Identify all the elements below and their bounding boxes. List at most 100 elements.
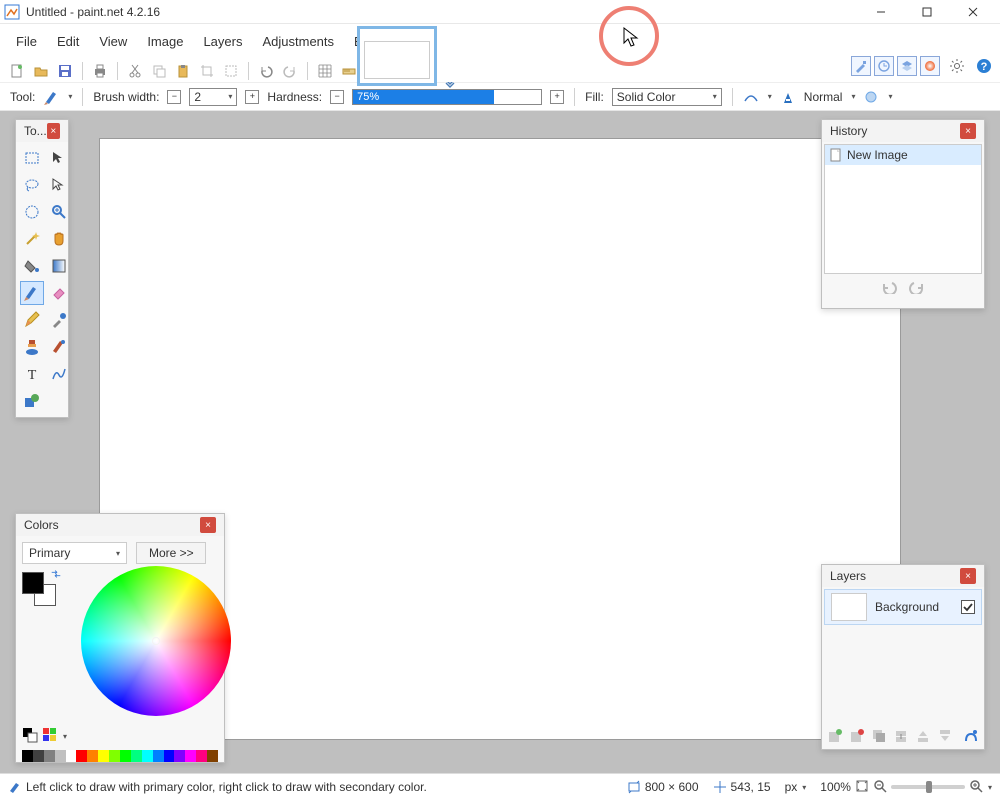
magic-wand-tool[interactable] — [20, 227, 44, 251]
menu-image[interactable]: Image — [137, 28, 193, 55]
zoom-fit-icon[interactable] — [855, 779, 869, 796]
hardness-slider[interactable]: 75% — [352, 89, 542, 105]
merge-layer-icon[interactable] — [892, 727, 910, 745]
palette-swatch[interactable] — [174, 750, 185, 762]
paint-bucket-tool[interactable] — [20, 254, 44, 278]
settings-icon[interactable] — [947, 56, 967, 76]
active-tool-icon[interactable] — [43, 89, 59, 105]
swap-colors-icon[interactable] — [50, 568, 62, 580]
fill-select[interactable]: Solid Color▾ — [612, 88, 722, 106]
rectangle-select-tool[interactable] — [20, 146, 44, 170]
redo-icon[interactable] — [281, 62, 299, 80]
paintbrush-tool[interactable] — [20, 281, 44, 305]
palette-swatch[interactable] — [142, 750, 153, 762]
palette-swatch[interactable] — [87, 750, 98, 762]
blend-mode-icon[interactable] — [780, 89, 796, 105]
pan-tool[interactable] — [47, 227, 71, 251]
zoom-tool[interactable] — [47, 200, 71, 224]
layers-window-toggle[interactable] — [897, 56, 917, 76]
brush-width-select[interactable]: 2▾ — [189, 88, 237, 106]
help-icon[interactable]: ? — [974, 56, 994, 76]
color-palette[interactable] — [22, 750, 218, 762]
deselect-icon[interactable] — [222, 62, 240, 80]
blend-mode-dropdown-icon[interactable]: ▾ — [851, 92, 855, 101]
text-tool[interactable]: T — [20, 362, 44, 386]
maximize-button[interactable] — [904, 0, 950, 24]
brush-width-increase-button[interactable]: + — [245, 90, 259, 104]
menu-layers[interactable]: Layers — [193, 28, 252, 55]
menu-file[interactable]: File — [6, 28, 47, 55]
primary-color-swatch[interactable] — [22, 572, 44, 594]
tool-dropdown-icon[interactable]: ▾ — [68, 92, 72, 101]
save-icon[interactable] — [56, 62, 74, 80]
palette-swatch[interactable] — [55, 750, 66, 762]
lasso-select-tool[interactable] — [20, 173, 44, 197]
history-redo-icon[interactable] — [908, 280, 926, 297]
palette-swatch[interactable] — [66, 750, 77, 762]
history-window-toggle[interactable] — [874, 56, 894, 76]
recolor-tool[interactable] — [47, 335, 71, 359]
overwrite-dropdown-icon[interactable]: ▾ — [888, 92, 892, 101]
antialias-icon[interactable] — [743, 89, 759, 105]
palette-dropdown-icon[interactable]: ▾ — [63, 732, 67, 741]
paste-icon[interactable] — [174, 62, 192, 80]
history-panel-close-icon[interactable]: × — [960, 123, 976, 139]
palette-swatch[interactable] — [196, 750, 207, 762]
layer-properties-icon[interactable] — [962, 727, 980, 745]
colors-window-toggle[interactable] — [920, 56, 940, 76]
move-selected-pixels-tool[interactable] — [47, 173, 71, 197]
move-selection-tool[interactable] — [47, 146, 71, 170]
line-tool[interactable] — [47, 362, 71, 386]
crop-icon[interactable] — [198, 62, 216, 80]
colors-more-button[interactable]: More >> — [136, 542, 206, 564]
history-undo-icon[interactable] — [880, 280, 898, 297]
duplicate-layer-icon[interactable] — [870, 727, 888, 745]
palette-swatch[interactable] — [44, 750, 55, 762]
gradient-tool[interactable] — [47, 254, 71, 278]
zoom-in-icon[interactable] — [969, 779, 983, 796]
menu-view[interactable]: View — [89, 28, 137, 55]
palette-swatch[interactable] — [207, 750, 218, 762]
close-button[interactable] — [950, 0, 996, 24]
layer-visibility-checkbox[interactable] — [961, 600, 975, 614]
palette-swatch[interactable] — [109, 750, 120, 762]
add-layer-icon[interactable] — [826, 727, 844, 745]
layers-panel-close-icon[interactable]: × — [960, 568, 976, 584]
open-file-icon[interactable] — [32, 62, 50, 80]
menu-adjustments[interactable]: Adjustments — [252, 28, 344, 55]
zoom-dropdown-icon[interactable]: ▾ — [988, 783, 992, 792]
ruler-icon[interactable] — [340, 62, 358, 80]
copy-icon[interactable] — [150, 62, 168, 80]
palette-swatch[interactable] — [33, 750, 44, 762]
ellipse-select-tool[interactable] — [20, 200, 44, 224]
hardness-increase-button[interactable]: + — [550, 90, 564, 104]
shapes-tool[interactable] — [20, 389, 44, 413]
palette-swatch[interactable] — [153, 750, 164, 762]
palette-swatch[interactable] — [120, 750, 131, 762]
palette-options-icon[interactable] — [42, 727, 58, 746]
colors-panel-close-icon[interactable]: × — [200, 517, 216, 533]
color-wheel[interactable] — [81, 566, 231, 716]
tools-window-toggle[interactable] — [851, 56, 871, 76]
history-item[interactable]: New Image — [825, 145, 981, 165]
unit-dropdown-icon[interactable]: ▾ — [802, 783, 806, 792]
palette-swatch[interactable] — [22, 750, 33, 762]
palette-swatch[interactable] — [131, 750, 142, 762]
minimize-button[interactable] — [858, 0, 904, 24]
zoom-out-icon[interactable] — [873, 779, 887, 796]
print-icon[interactable] — [91, 62, 109, 80]
palette-swatch[interactable] — [98, 750, 109, 762]
eraser-tool[interactable] — [47, 281, 71, 305]
palette-swatch[interactable] — [76, 750, 87, 762]
cut-icon[interactable] — [126, 62, 144, 80]
color-picker-tool[interactable] — [47, 308, 71, 332]
hardness-decrease-button[interactable]: − — [330, 90, 344, 104]
zoom-slider[interactable] — [891, 785, 965, 789]
brush-width-decrease-button[interactable]: − — [167, 90, 181, 104]
move-layer-up-icon[interactable] — [914, 727, 932, 745]
overwrite-icon[interactable] — [863, 89, 879, 105]
pencil-tool[interactable] — [20, 308, 44, 332]
palette-swatch[interactable] — [164, 750, 175, 762]
menu-edit[interactable]: Edit — [47, 28, 89, 55]
document-thumbnail[interactable] — [357, 26, 437, 86]
